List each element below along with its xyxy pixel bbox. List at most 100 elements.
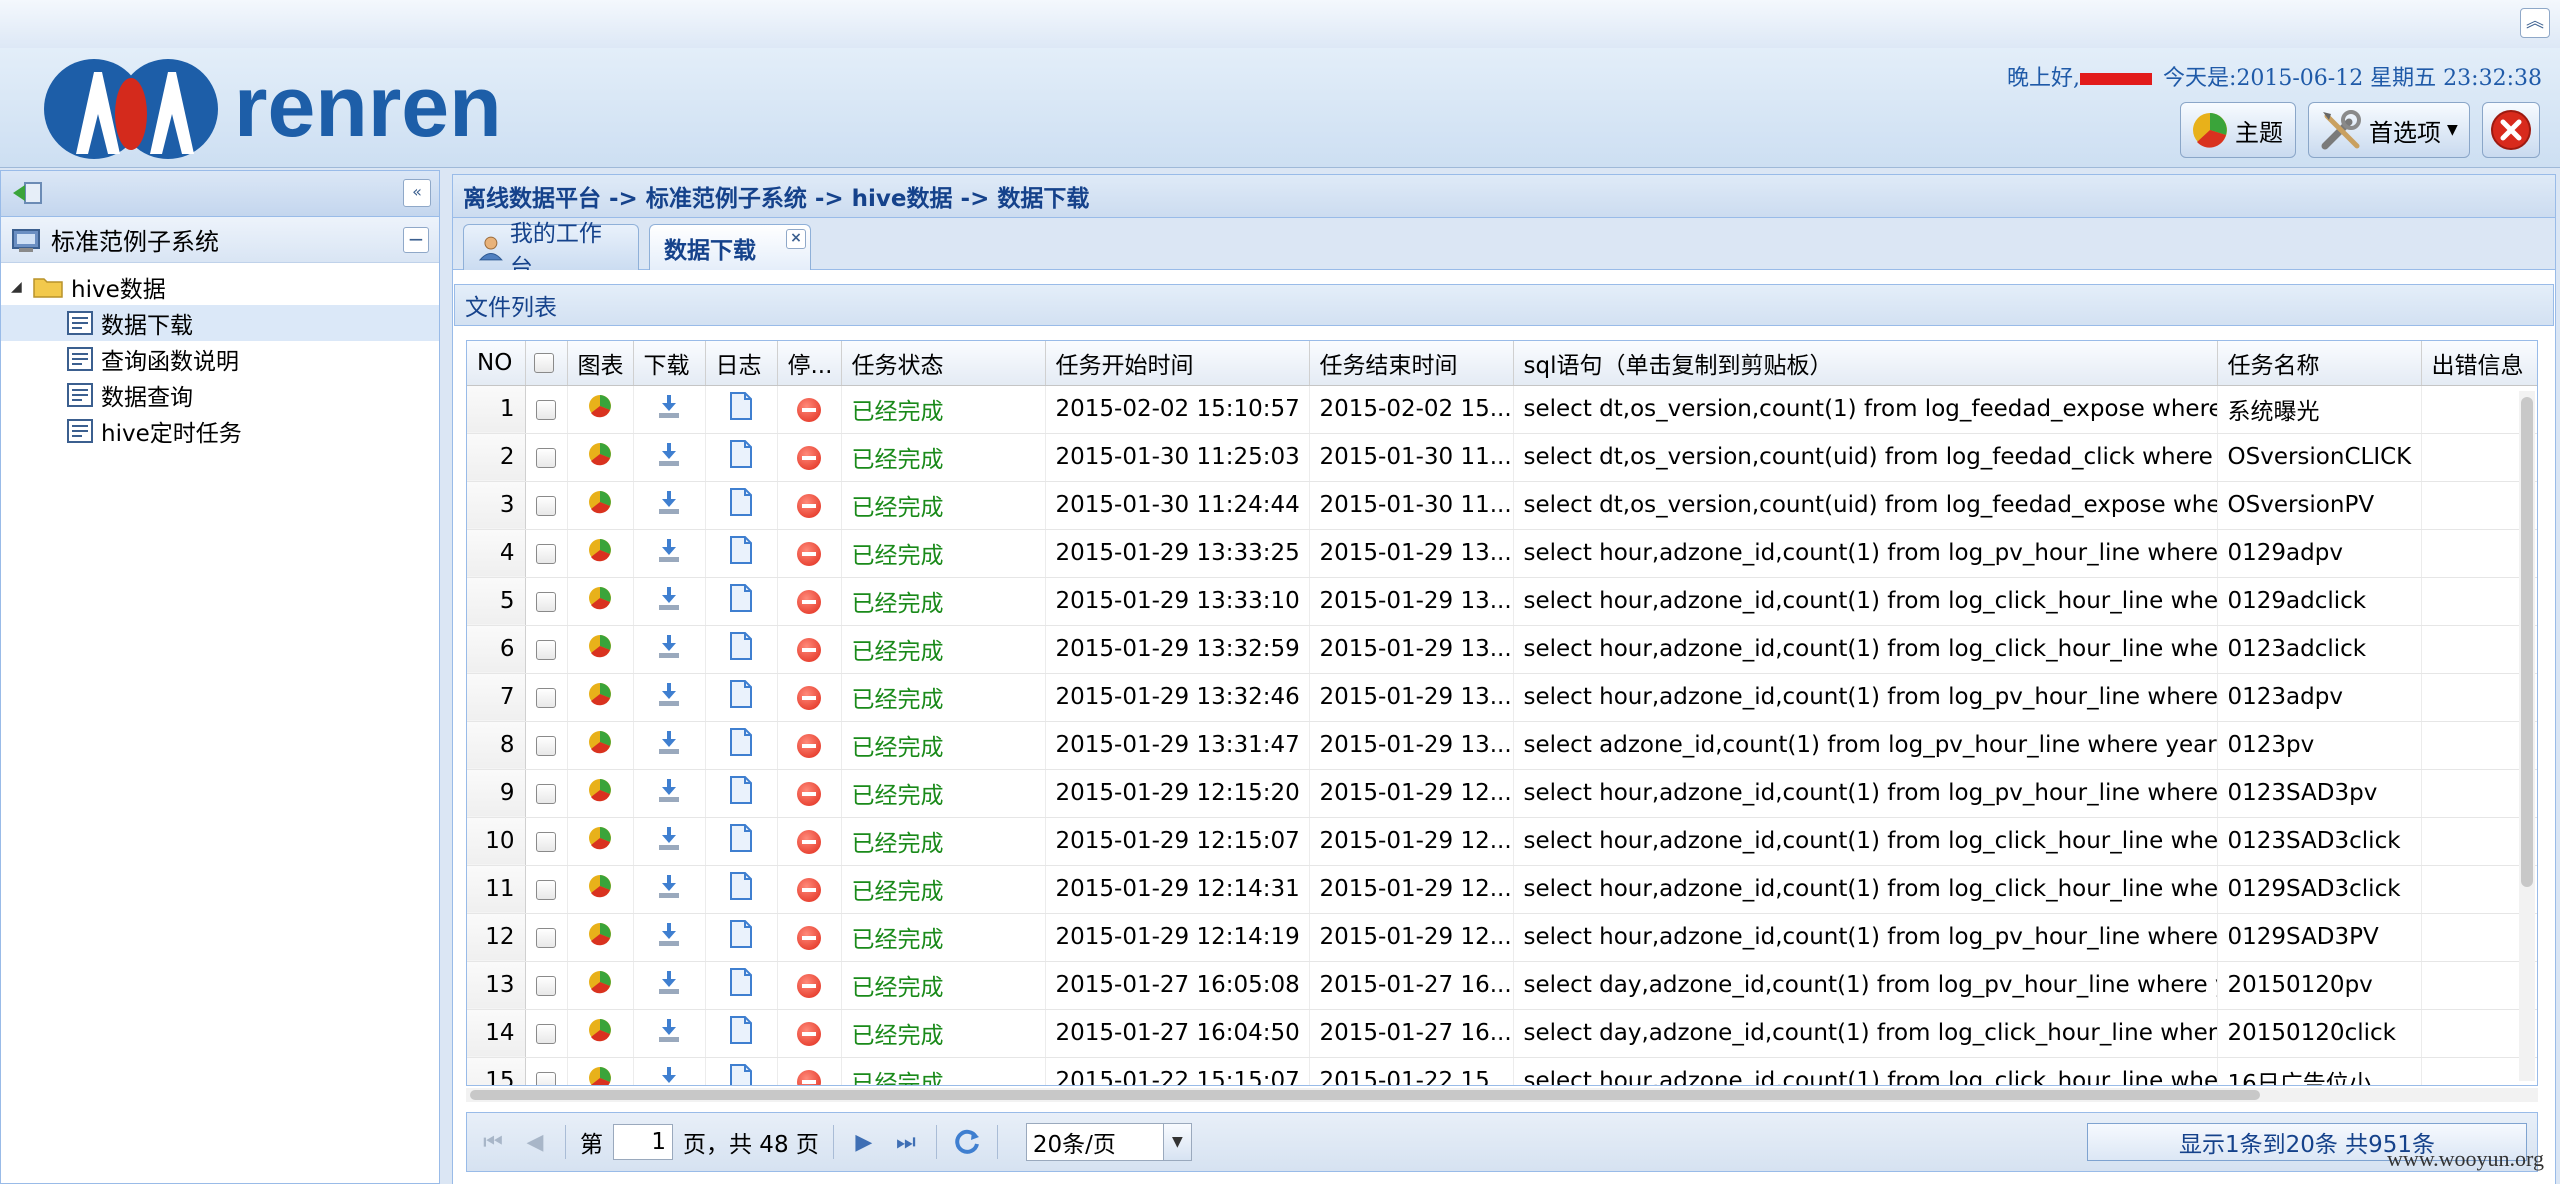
table-row[interactable]: 3 已经完成 2015-01-30 11:24:44 2015-01-30 11...…	[467, 481, 2537, 530]
stop-cell[interactable]	[777, 913, 842, 962]
col-header-chart[interactable]: 图表	[567, 341, 634, 386]
tab-workbench[interactable]: 我的工作台	[463, 221, 639, 281]
row-select-cell[interactable]	[525, 385, 568, 434]
table-row[interactable]: 9 已经完成 2015-01-29 12:15:20 2015-01-29 12...…	[467, 769, 2537, 818]
stop-icon[interactable]	[797, 685, 821, 710]
row-checkbox[interactable]	[536, 543, 556, 564]
refresh-button[interactable]	[951, 1126, 983, 1158]
download-cell[interactable]	[633, 961, 706, 1010]
stop-cell[interactable]	[777, 577, 842, 626]
chart-cell[interactable]	[567, 673, 634, 722]
log-cell[interactable]	[705, 433, 778, 482]
sql-statement[interactable]: select adzone_id,count(1) from log_pv_ho…	[1513, 721, 2218, 770]
chart-cell[interactable]	[567, 433, 634, 482]
log-cell[interactable]	[705, 865, 778, 914]
table-row[interactable]: 5 已经完成 2015-01-29 13:33:10 2015-01-29 13...…	[467, 577, 2537, 626]
table-row[interactable]: 1 已经完成 2015-02-02 15:10:57 2015-02-02 15...…	[467, 385, 2537, 434]
stop-cell[interactable]	[777, 385, 842, 434]
collapse-header-button[interactable]: ︽	[2520, 8, 2550, 38]
row-checkbox[interactable]	[536, 591, 556, 612]
page-number-input[interactable]	[613, 1124, 673, 1160]
stop-icon[interactable]	[797, 589, 821, 614]
col-header-no[interactable]: NO	[467, 341, 526, 386]
row-checkbox[interactable]	[536, 399, 556, 420]
table-row[interactable]: 15 已经完成 2015-01-22 15:15:07 2015-01-22 15..…	[467, 1057, 2537, 1085]
stop-icon[interactable]	[797, 733, 821, 758]
row-checkbox[interactable]	[536, 687, 556, 708]
row-select-cell[interactable]	[525, 961, 568, 1010]
sql-statement[interactable]: select hour,adzone_id,count(1) from log_…	[1513, 577, 2218, 626]
row-select-cell[interactable]	[525, 1057, 568, 1085]
log-cell[interactable]	[705, 817, 778, 866]
stop-icon[interactable]	[797, 397, 821, 422]
tree-item-function-docs[interactable]: 查询函数说明	[1, 341, 439, 377]
collapse-left-panel-button[interactable]: «	[403, 179, 431, 207]
row-checkbox[interactable]	[536, 975, 556, 996]
chart-cell[interactable]	[567, 1057, 634, 1085]
tree-node-hive[interactable]: ◢ hive数据	[1, 269, 439, 305]
row-checkbox[interactable]	[536, 495, 556, 516]
stop-cell[interactable]	[777, 625, 842, 674]
scrollbar-thumb[interactable]	[2521, 397, 2533, 887]
col-header-end-time[interactable]: 任务结束时间	[1309, 341, 1514, 386]
sql-statement[interactable]: select dt,os_version,count(uid) from log…	[1513, 481, 2218, 530]
tree-item-data-query[interactable]: 数据查询	[1, 377, 439, 413]
log-cell[interactable]	[705, 481, 778, 530]
download-cell[interactable]	[633, 721, 706, 770]
row-checkbox[interactable]	[536, 1023, 556, 1044]
log-cell[interactable]	[705, 769, 778, 818]
download-cell[interactable]	[633, 673, 706, 722]
stop-cell[interactable]	[777, 673, 842, 722]
horizontal-scrollbar[interactable]	[466, 1088, 2538, 1102]
stop-cell[interactable]	[777, 433, 842, 482]
table-row[interactable]: 2 已经完成 2015-01-30 11:25:03 2015-01-30 11...…	[467, 433, 2537, 482]
log-cell[interactable]	[705, 1009, 778, 1058]
row-select-cell[interactable]	[525, 481, 568, 530]
log-cell[interactable]	[705, 1057, 778, 1085]
stop-icon[interactable]	[797, 829, 821, 854]
sql-statement[interactable]: select hour,adzone_id,count(1) from log_…	[1513, 817, 2218, 866]
log-cell[interactable]	[705, 961, 778, 1010]
stop-cell[interactable]	[777, 961, 842, 1010]
table-row[interactable]: 6 已经完成 2015-01-29 13:32:59 2015-01-29 13...…	[467, 625, 2537, 674]
select-all-checkbox[interactable]	[533, 353, 554, 374]
row-select-cell[interactable]	[525, 913, 568, 962]
row-select-cell[interactable]	[525, 673, 568, 722]
row-select-cell[interactable]	[525, 1009, 568, 1058]
chart-cell[interactable]	[567, 865, 634, 914]
chart-cell[interactable]	[567, 385, 634, 434]
next-page-button[interactable]: ▶	[848, 1126, 880, 1158]
download-cell[interactable]	[633, 1057, 706, 1085]
stop-icon[interactable]	[797, 973, 821, 998]
tab-data-download[interactable]: 数据下载 ×	[649, 224, 811, 270]
download-cell[interactable]	[633, 913, 706, 962]
system-accordion-header[interactable]: 标准范例子系统 −	[1, 217, 439, 263]
row-checkbox[interactable]	[536, 831, 556, 852]
chart-cell[interactable]	[567, 769, 634, 818]
chart-cell[interactable]	[567, 961, 634, 1010]
sql-statement[interactable]: select hour,adzone_id,count(1) from log_…	[1513, 769, 2218, 818]
page-size-select[interactable]: 20条/页 ▼	[1025, 1123, 1192, 1161]
chart-cell[interactable]	[567, 481, 634, 530]
row-select-cell[interactable]	[525, 769, 568, 818]
col-header-sql[interactable]: sql语句（单击复制到剪贴板）	[1513, 341, 2218, 386]
table-row[interactable]: 13 已经完成 2015-01-27 16:05:08 2015-01-27 16..…	[467, 961, 2537, 1010]
stop-icon[interactable]	[797, 1069, 821, 1085]
log-cell[interactable]	[705, 913, 778, 962]
table-row[interactable]: 8 已经完成 2015-01-29 13:31:47 2015-01-29 13...…	[467, 721, 2537, 770]
col-header-status[interactable]: 任务状态	[841, 341, 1046, 386]
row-checkbox[interactable]	[536, 1071, 556, 1085]
sql-statement[interactable]: select hour,adzone_id,count(1) from log_…	[1513, 625, 2218, 674]
col-header-log[interactable]: 日志	[705, 341, 778, 386]
stop-icon[interactable]	[797, 1021, 821, 1046]
row-checkbox[interactable]	[536, 879, 556, 900]
row-checkbox[interactable]	[536, 783, 556, 804]
stop-cell[interactable]	[777, 1057, 842, 1085]
col-header-start-time[interactable]: 任务开始时间	[1045, 341, 1310, 386]
download-cell[interactable]	[633, 1009, 706, 1058]
col-header-task-name[interactable]: 任务名称	[2217, 341, 2422, 386]
table-row[interactable]: 4 已经完成 2015-01-29 13:33:25 2015-01-29 13...…	[467, 529, 2537, 578]
row-select-cell[interactable]	[525, 577, 568, 626]
tree-item-scheduled-tasks[interactable]: hive定时任务	[1, 413, 439, 449]
preferences-button[interactable]: 首选项 ▼	[2308, 102, 2470, 158]
